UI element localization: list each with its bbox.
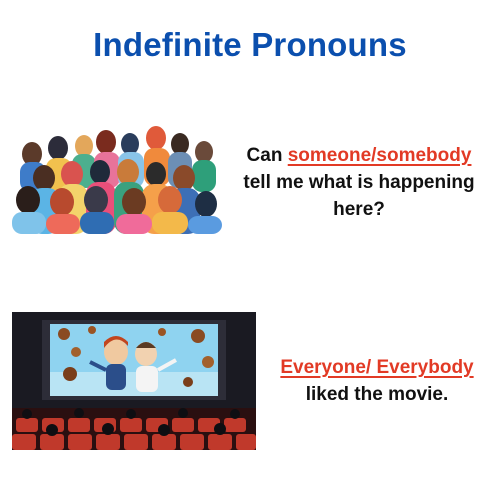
- pronoun-highlight: someone/somebody: [287, 145, 472, 166]
- cinema-illustration: [12, 312, 256, 450]
- cinema-audience: [12, 408, 256, 450]
- crowd-illustration: [12, 126, 222, 234]
- sentence-prefix: Can: [246, 145, 288, 166]
- sentence-line-3: here?: [333, 199, 385, 220]
- sentence-line-1: Can someone/somebody: [214, 142, 500, 169]
- sentence-line-2: tell me what is happening: [243, 172, 475, 193]
- pronoun-highlight: Everyone/ Everybody: [280, 357, 474, 378]
- example-sentence-1: Can someone/somebody tell me what is hap…: [214, 142, 500, 223]
- sentence-line-2: liked the movie.: [305, 384, 449, 405]
- movie-screen: [50, 324, 218, 396]
- page-title: Indefinite Pronouns: [93, 26, 407, 63]
- sentence-line-1: Everyone/ Everybody: [252, 354, 500, 381]
- example-sentence-2: Everyone/ Everybody liked the movie.: [252, 354, 500, 408]
